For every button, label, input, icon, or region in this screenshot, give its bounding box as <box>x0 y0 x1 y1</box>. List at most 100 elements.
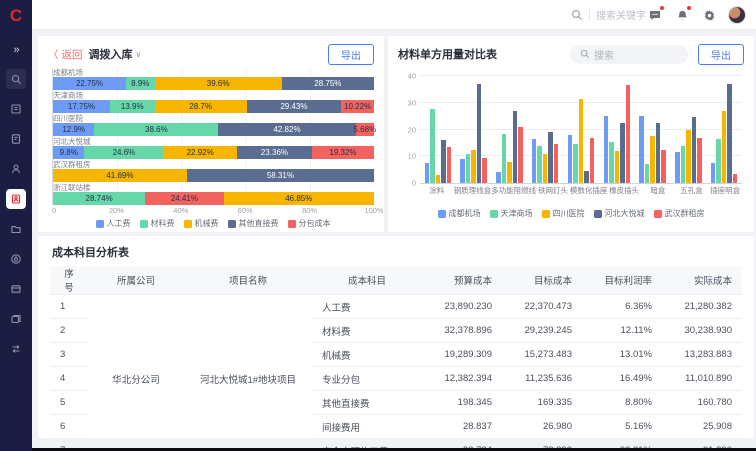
table-row[interactable]: 1华北分公司河北大悦城1#地块项目人工费23,890.23022,370.473… <box>50 295 742 319</box>
stacked-bar-segment: 42.82% <box>218 123 355 136</box>
stacked-bar-row: 河北大悦城9.8%24.6%22.92%23.36%19.32% <box>53 137 374 159</box>
bar <box>639 116 644 183</box>
legend-item[interactable]: 材料费 <box>140 218 175 229</box>
gear-icon[interactable] <box>701 7 717 23</box>
topbar: 搜索关键字 <box>32 0 756 30</box>
bar <box>722 111 727 183</box>
x-axis-category-label: 铁网灯头 <box>536 185 570 196</box>
export-button[interactable]: 导出 <box>328 44 374 65</box>
global-search[interactable]: 搜索关键字 <box>571 7 646 22</box>
stacked-bar-segment: 10.22% <box>341 100 374 113</box>
bar-group <box>420 76 456 183</box>
table-cell: 13.01% <box>582 343 662 367</box>
bar <box>645 164 650 183</box>
card-icon[interactable] <box>6 279 26 299</box>
column-header: 项目名称 <box>184 266 312 295</box>
legend-swatch-icon <box>140 220 148 228</box>
stacked-bar-row: 浙江联站楼28.74%24.41%46.85% <box>53 183 374 205</box>
building-icon[interactable] <box>6 99 26 119</box>
table-cell: 16.49% <box>582 367 662 391</box>
bar <box>733 174 738 183</box>
stacked-bar-segment: 38.6% <box>94 123 218 136</box>
table-cell: 198.345 <box>422 391 502 415</box>
chevron-down-icon[interactable]: ∨ <box>136 50 142 59</box>
stacked-bar-segment: 29.43% <box>247 100 341 113</box>
y-axis-tick: 20 <box>408 125 420 134</box>
legend-item[interactable]: 武汉群租房 <box>654 208 705 219</box>
drop-icon[interactable] <box>6 249 26 269</box>
table-cell: 160.780 <box>662 391 742 415</box>
legend-item[interactable]: 河北大悦城 <box>594 208 645 219</box>
stacked-bar-row: 天津商场17.75%13.9%28.7%29.43%10.22% <box>53 91 374 113</box>
search-icon <box>571 9 583 21</box>
layers-icon[interactable] <box>6 309 26 329</box>
bar <box>681 146 686 183</box>
bar <box>447 147 452 183</box>
y-axis-tick: 10 <box>408 152 420 161</box>
column-header: 目标成本 <box>502 266 582 295</box>
column-header: 目标利润率 <box>582 266 662 295</box>
bar <box>711 163 716 183</box>
legend-item[interactable]: 机械费 <box>184 218 219 229</box>
column-header: 预算成本 <box>422 266 502 295</box>
project-cell: 河北大悦城1#地块项目 <box>184 295 312 451</box>
table-cell: 13,283.883 <box>662 343 742 367</box>
x-axis-category-label: 模数化插座 <box>570 185 608 196</box>
bell-icon[interactable] <box>674 7 690 23</box>
legend-swatch-icon <box>288 220 296 228</box>
folder-icon[interactable] <box>6 219 26 239</box>
legend-label: 天津商场 <box>501 208 533 219</box>
legend-item[interactable]: 分包成本 <box>288 218 331 229</box>
transfer-icon[interactable] <box>6 339 26 359</box>
expand-icon[interactable]: » <box>13 44 18 56</box>
cost-table-panel: 成本科目分析表 序号所属公司项目名称成本科目预算成本目标成本目标利润率实际成本 … <box>38 236 754 438</box>
back-link[interactable]: 返回 <box>62 47 83 62</box>
bar-group <box>599 76 635 183</box>
bar <box>727 84 732 183</box>
chart-search-input[interactable]: 搜索 <box>570 45 688 64</box>
bar <box>532 139 537 183</box>
table-cell: 19,289.309 <box>422 343 502 367</box>
legend-item[interactable]: 四川医院 <box>542 208 585 219</box>
bar-category-label: 成都机场 <box>53 68 374 77</box>
table-cell: 21,280.382 <box>662 295 742 319</box>
legend-swatch-icon <box>96 220 104 228</box>
bar <box>675 152 680 183</box>
x-axis: 020%40%60%80%100% <box>52 206 374 216</box>
divider <box>589 9 590 21</box>
document-icon[interactable] <box>6 129 26 149</box>
legend-item[interactable]: 人工费 <box>96 218 131 229</box>
avatar[interactable] <box>728 6 746 24</box>
bar <box>692 117 697 183</box>
back-chevron-icon[interactable]: 〈 <box>48 47 59 62</box>
grouped-bar-chart: 010203040 涂料钢质理线盒多功能阻燃线铁网灯头模数化插座橡皮插头暗盒五孔… <box>398 76 744 206</box>
search-icon[interactable] <box>6 69 26 89</box>
app-logo[interactable]: C <box>6 6 26 26</box>
bar <box>697 138 702 183</box>
bar <box>477 84 482 183</box>
bar-group <box>456 76 492 183</box>
export-button[interactable]: 导出 <box>698 44 744 65</box>
legend-item[interactable]: 成都机场 <box>438 208 481 219</box>
bar-group <box>563 76 599 183</box>
stacked-bar-segment: 46.85% <box>224 192 374 205</box>
legend-label: 四川医院 <box>553 208 585 219</box>
bar <box>507 162 512 183</box>
y-axis-tick: 40 <box>408 72 420 81</box>
table-cell: 12.11% <box>582 319 662 343</box>
legend-label: 成都机场 <box>449 208 481 219</box>
x-axis-category-label: 五孔盒 <box>675 185 709 196</box>
table-cell: 2 <box>50 319 88 343</box>
stacked-bar-segment: 28.7% <box>155 100 247 113</box>
table-cell: 11,010.890 <box>662 367 742 391</box>
bar <box>656 123 661 183</box>
user-icon[interactable] <box>6 159 26 179</box>
x-axis-tick: 0 <box>52 206 56 215</box>
legend-item[interactable]: 天津商场 <box>490 208 533 219</box>
bar <box>626 85 631 183</box>
badge-icon[interactable] <box>6 189 26 209</box>
table-cell: 其他直接费 <box>312 391 422 415</box>
table-cell: 23,890.230 <box>422 295 502 319</box>
legend-item[interactable]: 其他直接费 <box>228 218 279 229</box>
messages-icon[interactable] <box>647 7 663 23</box>
